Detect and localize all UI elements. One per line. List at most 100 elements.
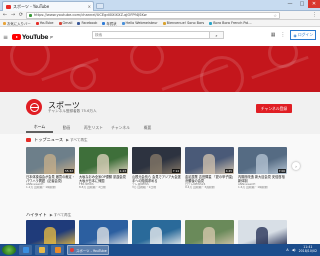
youtube-play-icon bbox=[12, 34, 21, 40]
video-thumbnail[interactable] bbox=[185, 220, 234, 247]
video-title[interactable]: 大坂なおみ全米OP優勝 凱旋会見 大坂が日本に帰国 bbox=[79, 175, 128, 183]
login-button[interactable]: ◉ ログイン bbox=[290, 30, 316, 40]
bookmark-item[interactable]: Bienvenue! Sono Bars bbox=[162, 21, 204, 25]
tab-playlists[interactable]: 再生リスト bbox=[80, 122, 107, 133]
bookmark-favicon-icon bbox=[162, 21, 166, 25]
clock[interactable]: 11:41 2018/10/02 bbox=[298, 245, 317, 254]
maximize-button[interactable]: □ bbox=[296, 0, 308, 8]
video-stats: 8.8万 回視聴・2日前 bbox=[79, 186, 106, 190]
ie-icon bbox=[22, 247, 29, 253]
video-card[interactable] bbox=[79, 220, 128, 247]
forward-icon[interactable]: → bbox=[10, 12, 16, 18]
video-card[interactable] bbox=[238, 220, 287, 247]
next-arrow-button[interactable]: › bbox=[292, 162, 300, 170]
bookmark-item[interactable]: Bora Bora French Pol... bbox=[209, 21, 252, 25]
video-stats: 3万 回視聴・1日前 bbox=[132, 186, 157, 190]
video-title[interactable]: 日本体操協会が会見 厳罰の裁定・パワハラ問題（記者会見） bbox=[26, 175, 75, 183]
tab-close-icon[interactable]: × bbox=[88, 4, 93, 9]
section-title[interactable]: トップニュース bbox=[34, 137, 63, 143]
hamburger-menu-icon[interactable]: ≡ bbox=[3, 34, 12, 41]
minimize-button[interactable]: — bbox=[284, 0, 296, 8]
windows-taskbar: スポーツ - YouTube A ◀) 11:41 2018/10/02 bbox=[0, 244, 320, 256]
address-bar[interactable]: https://www.youtube.com/channel/UCEgdi0X… bbox=[26, 11, 280, 19]
chevron-right-icon: › bbox=[295, 163, 297, 169]
bookmark-item[interactable]: Gmail bbox=[58, 21, 72, 25]
video-thumbnail[interactable]: 55:32 bbox=[26, 147, 75, 174]
thumbnail-figure bbox=[150, 154, 162, 174]
video-thumbnail[interactable] bbox=[238, 220, 287, 247]
browser-menu-icon[interactable]: ⋮ bbox=[312, 12, 317, 18]
bookmark-item[interactable]: お気に入りバー bbox=[3, 21, 31, 26]
video-thumbnail[interactable]: 4:45 bbox=[185, 147, 234, 174]
play-all-link[interactable]: ▶ すべて再生 bbox=[66, 138, 87, 143]
settings-icon[interactable]: ⋮ bbox=[280, 32, 285, 38]
video-title[interactable]: 金足農業 吉田輝星 「夏の甲子園」決勝後の会見 bbox=[185, 175, 234, 183]
video-thumbnail[interactable] bbox=[79, 220, 128, 247]
video-thumbnail[interactable]: 7:06 bbox=[238, 147, 287, 174]
channel-avatar[interactable] bbox=[26, 99, 42, 115]
subscribe-button[interactable]: チャンネル登録 bbox=[256, 104, 292, 113]
youtube-logo[interactable]: YouTube JP bbox=[12, 34, 53, 41]
user-icon: ◉ bbox=[293, 32, 297, 38]
start-button[interactable] bbox=[2, 245, 16, 255]
ime-indicator[interactable]: A bbox=[286, 248, 288, 252]
bookmark-favicon-icon bbox=[35, 21, 39, 25]
tab-videos[interactable]: 動画 bbox=[53, 122, 80, 133]
reload-icon[interactable]: ⟳ bbox=[18, 12, 24, 18]
bookmark-star-icon[interactable]: ☆ bbox=[273, 13, 279, 18]
tab-home[interactable]: ホーム bbox=[26, 122, 53, 133]
search-button[interactable]: ⌕ bbox=[209, 32, 223, 38]
sports-ball-icon bbox=[29, 102, 39, 112]
section-title[interactable]: ハイライト bbox=[26, 212, 47, 218]
bookmark-favicon-icon bbox=[58, 21, 62, 25]
browser-tab-bar: スポーツ - YouTube × — □ ✕ bbox=[0, 0, 320, 11]
video-card[interactable] bbox=[26, 220, 75, 247]
thumbnail-figure bbox=[203, 154, 215, 174]
video-card[interactable]: 4:45 金足農業 吉田輝星 「夏の甲子園」決勝後の会見 日テレNEWS24 9.4万… bbox=[185, 147, 234, 190]
search-input[interactable]: 検索 bbox=[93, 33, 209, 38]
folder-icon bbox=[38, 247, 45, 253]
video-thumbnail[interactable]: 7:14 bbox=[132, 147, 181, 174]
clock-date: 2018/10/02 bbox=[298, 249, 317, 253]
login-label: ログイン bbox=[297, 32, 313, 37]
video-thumbnail[interactable]: 1:23 bbox=[79, 147, 128, 174]
close-window-button[interactable]: ✕ bbox=[308, 0, 320, 8]
search-icon: ⌕ bbox=[215, 32, 218, 38]
bookmark-item[interactable]: Facebook bbox=[77, 21, 97, 25]
bookmark-label: お気に入りバー bbox=[7, 21, 31, 26]
tab-channels[interactable]: チャンネル bbox=[107, 122, 134, 133]
video-thumbnail[interactable] bbox=[132, 220, 181, 247]
video-stats: 1.2万 回視聴・1時間前 bbox=[26, 186, 56, 190]
video-duration: 4:45 bbox=[224, 169, 233, 173]
video-card[interactable]: 7:06 内閣府改造 新大臣会見 安倍首相新体制 ANNnewsCH 1.6万 回視聴… bbox=[238, 147, 287, 190]
section-header-top-news: トップニュース ▶ すべて再生 bbox=[26, 137, 88, 143]
browser-tab[interactable]: スポーツ - YouTube × bbox=[2, 1, 94, 11]
video-title[interactable]: 内閣府改造 新大臣会見 安倍首相新体制 bbox=[238, 175, 287, 183]
apps-icon[interactable]: ▦ bbox=[271, 32, 276, 38]
play-all-link[interactable]: ▶ すべて再生 bbox=[50, 213, 71, 218]
new-tab-button[interactable] bbox=[96, 3, 104, 9]
bookmark-label: YouTube bbox=[39, 21, 54, 25]
taskbar-ie-button[interactable] bbox=[19, 245, 32, 255]
bookmark-item[interactable]: Hello Webmeisteur bbox=[121, 21, 158, 25]
video-card[interactable]: 55:32 日本体操協会が会見 厳罰の裁定・パワハラ問題（記者会見） ANNnews… bbox=[26, 147, 75, 190]
bookmarks-bar: お気に入りバー YouTube Gmail Facebook 年賀状 Hello Webm… bbox=[0, 20, 320, 27]
video-card[interactable] bbox=[132, 220, 181, 247]
taskbar-explorer-button[interactable] bbox=[35, 245, 48, 255]
address-toolbar: ← → ⟳ https://www.youtube.com/channel/UC… bbox=[0, 11, 320, 20]
video-duration: 7:14 bbox=[171, 169, 180, 173]
taskbar-active-window[interactable]: スポーツ - YouTube bbox=[67, 245, 109, 255]
video-title[interactable]: 山根元会長ら 会見でアジア大会選手への賠償求める bbox=[132, 175, 181, 183]
tab-about[interactable]: 概要 bbox=[134, 122, 161, 133]
bookmark-item[interactable]: YouTube bbox=[35, 21, 54, 25]
video-card[interactable]: 7:14 山根元会長ら 会見でアジア大会選手への賠償求める テレ東NEWS 3万 回視… bbox=[132, 147, 181, 190]
video-card[interactable]: 1:23 大坂なおみ全米OP優勝 凱旋会見 大坂が日本に帰国 TBS NEWS 8.8… bbox=[79, 147, 128, 190]
video-card[interactable] bbox=[185, 220, 234, 247]
video-thumbnail[interactable] bbox=[26, 220, 75, 247]
back-icon[interactable]: ← bbox=[2, 12, 8, 18]
taskbar-media-button[interactable] bbox=[51, 245, 64, 255]
bookmark-item[interactable]: 年賀状 bbox=[102, 21, 117, 26]
volume-icon[interactable]: ◀) bbox=[292, 248, 296, 252]
bookmark-label: Hello Webmeisteur bbox=[125, 21, 158, 25]
tab-title: スポーツ - YouTube bbox=[13, 3, 50, 9]
